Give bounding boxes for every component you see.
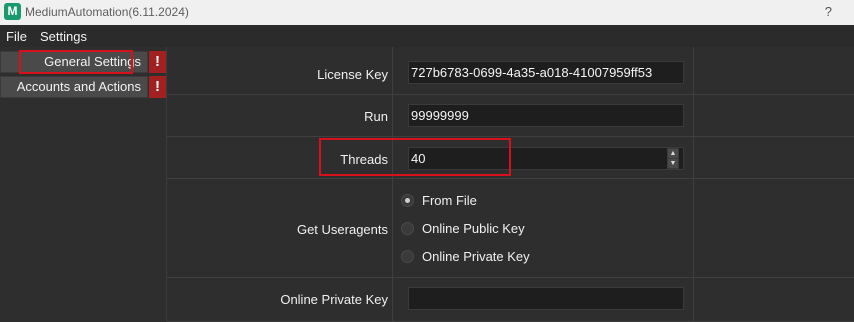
up-arrow-icon[interactable]: ▲ bbox=[668, 149, 678, 158]
window-title: MediumAutomation(6.11.2024) bbox=[25, 5, 189, 19]
radio-label: From File bbox=[422, 193, 477, 208]
threads-stepper[interactable]: 40 bbox=[408, 147, 684, 170]
run-field[interactable]: 99999999 bbox=[408, 104, 684, 127]
online-private-key-label: Online Private Key bbox=[280, 292, 388, 307]
license-key-label: License Key bbox=[317, 67, 388, 82]
radio-label: Online Public Key bbox=[422, 221, 525, 236]
menu-bar: File Settings bbox=[0, 25, 854, 47]
radio-checked-icon[interactable] bbox=[401, 194, 414, 207]
settings-panel: License Key 727b6783-0699-4a35-a018-4100… bbox=[167, 47, 854, 322]
title-bar: M MediumAutomation(6.11.2024) ? bbox=[0, 0, 854, 25]
menu-file[interactable]: File bbox=[6, 29, 27, 44]
sidebar: General Settings ! Accounts and Actions … bbox=[0, 47, 167, 322]
threads-row: Threads 40 ▲ ▼ bbox=[167, 137, 854, 179]
warning-icon: ! bbox=[149, 51, 166, 73]
help-button[interactable]: ? bbox=[825, 4, 832, 19]
warning-icon: ! bbox=[149, 76, 166, 98]
sidebar-item-general-settings[interactable]: General Settings bbox=[0, 51, 148, 73]
menu-settings[interactable]: Settings bbox=[40, 29, 87, 44]
run-row: Run 99999999 bbox=[167, 95, 854, 137]
threads-label: Threads bbox=[340, 152, 388, 167]
online-private-key-row: Online Private Key bbox=[167, 278, 854, 322]
license-key-field[interactable]: 727b6783-0699-4a35-a018-41007959ff53 bbox=[408, 61, 684, 84]
sidebar-item-label: General Settings bbox=[44, 54, 141, 69]
run-label: Run bbox=[364, 109, 388, 124]
sidebar-item-label: Accounts and Actions bbox=[16, 79, 141, 94]
sidebar-item-accounts-and-actions[interactable]: Accounts and Actions bbox=[0, 76, 148, 98]
useragents-row: Get Useragents From File Online Public K… bbox=[167, 179, 854, 278]
threads-spin-buttons: ▲ ▼ bbox=[667, 148, 679, 169]
online-private-key-field[interactable] bbox=[408, 287, 684, 310]
useragents-label: Get Useragents bbox=[296, 222, 388, 237]
radio-label: Online Private Key bbox=[422, 249, 530, 264]
radio-unchecked-icon[interactable] bbox=[401, 250, 414, 263]
app-logo-icon: M bbox=[4, 3, 21, 20]
license-key-row: License Key 727b6783-0699-4a35-a018-4100… bbox=[167, 47, 854, 95]
radio-unchecked-icon[interactable] bbox=[401, 222, 414, 235]
down-arrow-icon[interactable]: ▼ bbox=[668, 159, 678, 168]
